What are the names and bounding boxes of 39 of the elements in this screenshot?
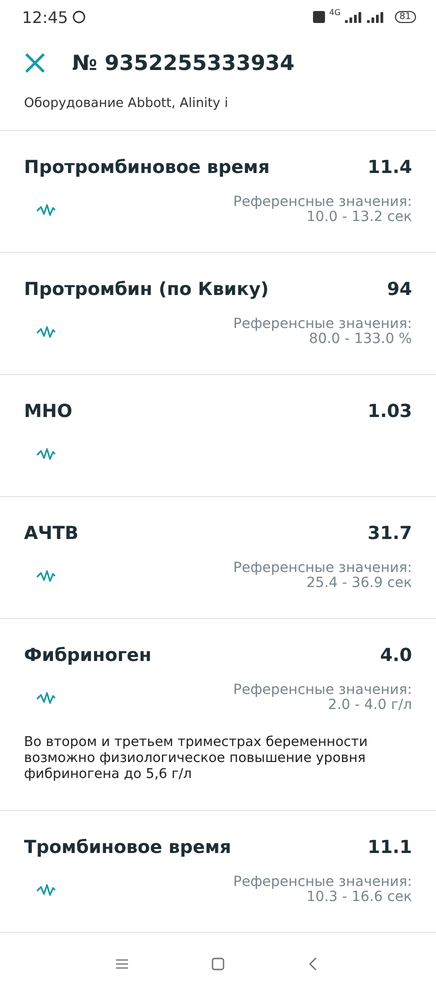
test-value: 31.7: [368, 523, 412, 544]
reference-range: 2.0 - 4.0 г/л: [328, 698, 412, 713]
reference-range: 10.3 - 16.6 сек: [306, 890, 412, 905]
menu-icon[interactable]: [115, 956, 129, 970]
test-value: 4.0: [380, 645, 412, 666]
home-icon[interactable]: [211, 956, 225, 970]
battery-level: 81: [394, 11, 416, 23]
test-name: Фибриноген: [24, 645, 152, 666]
reference-range: 80.0 - 133.0 %: [309, 332, 412, 347]
test-value: 11.4: [368, 157, 412, 178]
note-text: Во втором и третьем триместрах беременности возможно физиологическое повышение уровня фибриногена до 5,6 г/л: [24, 734, 369, 784]
trend-chart-icon[interactable]: [36, 882, 56, 898]
reference-label: Референсные значения:: [233, 875, 412, 890]
equipment-text: Оборудование Abbott, Alinity i: [0, 92, 436, 131]
trend-chart-icon[interactable]: [36, 690, 56, 706]
test-name: МНО: [24, 401, 72, 422]
reference-range: 25.4 - 36.9 сек: [306, 576, 412, 591]
test-value: 1.03: [368, 401, 412, 422]
signal-icon: [344, 12, 363, 22]
signal-icon: [366, 12, 385, 22]
test-name: АЧТВ: [24, 523, 78, 544]
status-time: 12:45: [22, 8, 68, 26]
test-value: 11.1: [368, 837, 412, 858]
test-name: Протромбин (по Квику): [24, 279, 269, 300]
reference-range: 10.0 - 13.2 сек: [306, 210, 412, 225]
reference-label: Референсные значения:: [233, 561, 412, 576]
network-type: 4G: [329, 8, 341, 17]
reference-label: Референсные значения:: [233, 317, 412, 332]
test-name: Тромбиновое время: [24, 837, 232, 858]
trend-chart-icon[interactable]: [36, 446, 56, 462]
reference-label: Референсные значения:: [233, 195, 412, 210]
reference-label: Референсные значения:: [233, 683, 412, 698]
trend-chart-icon[interactable]: [36, 568, 56, 584]
trend-chart-icon[interactable]: [36, 202, 56, 218]
trend-chart-icon[interactable]: [36, 324, 56, 340]
close-icon[interactable]: [24, 52, 46, 74]
order-number: № 9352255333934: [72, 51, 295, 75]
test-value: 94: [386, 279, 412, 300]
test-name: Протромбиновое время: [24, 157, 270, 178]
